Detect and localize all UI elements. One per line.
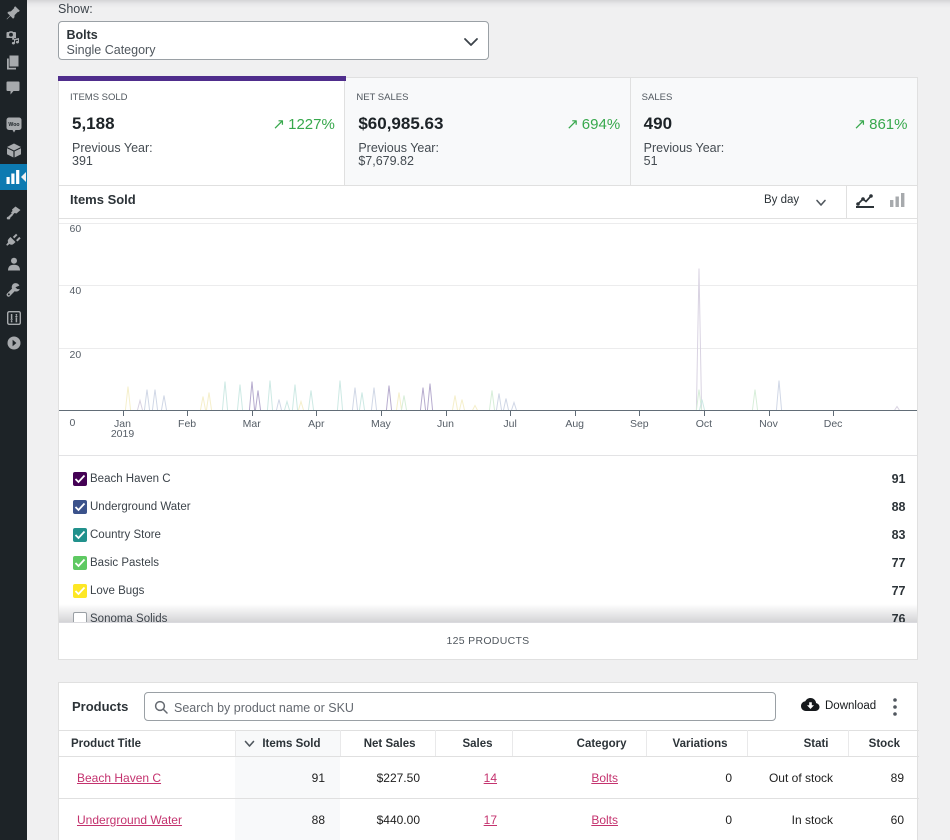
svg-text:Woo: Woo: [8, 122, 19, 128]
